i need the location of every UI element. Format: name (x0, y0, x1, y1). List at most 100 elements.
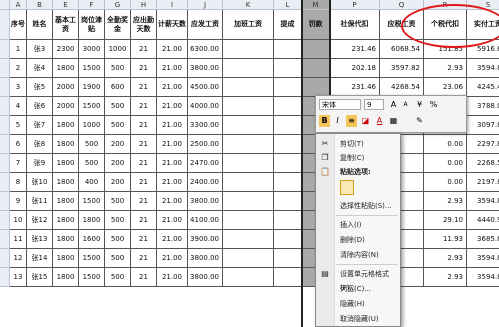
table-cell[interactable] (274, 268, 302, 287)
table-cell[interactable]: 张13 (27, 230, 53, 249)
table-cell[interactable]: 21 (131, 97, 157, 116)
table-cell[interactable]: 3 (10, 78, 27, 97)
menu-item-format-cells[interactable]: ▤ 设置单元格格式(F)... (316, 267, 402, 292)
header-cell[interactable]: 社保代扣 (330, 10, 380, 40)
header-cell[interactable]: 加班工资 (223, 10, 274, 40)
column-header[interactable]: I (157, 0, 188, 10)
table-cell[interactable]: 200 (105, 154, 131, 173)
table-cell[interactable]: 3788.09 (467, 97, 499, 116)
row-number[interactable] (0, 154, 10, 173)
table-cell[interactable]: 张4 (27, 59, 53, 78)
select-all-corner[interactable] (0, 0, 10, 10)
menu-item-hide[interactable]: 隐藏(H) (316, 297, 402, 311)
table-cell[interactable]: 0.00 (424, 135, 467, 154)
table-cell[interactable]: 1800 (53, 59, 79, 78)
table-cell[interactable]: 1500 (79, 192, 105, 211)
bold-button[interactable]: B (319, 115, 330, 127)
table-cell[interactable] (274, 230, 302, 249)
table-cell[interactable]: 500 (105, 116, 131, 135)
menu-item-column-width[interactable]: 列宽(C)... (316, 282, 402, 296)
row-number[interactable] (0, 116, 10, 135)
table-cell[interactable] (274, 116, 302, 135)
table-cell[interactable]: 21.00 (157, 59, 188, 78)
column-header[interactable]: J (188, 0, 223, 10)
row-number[interactable] (0, 59, 10, 78)
table-cell[interactable]: 张14 (27, 249, 53, 268)
table-cell[interactable]: 231.46 (330, 40, 380, 59)
table-cell[interactable] (223, 249, 274, 268)
table-cell[interactable]: 1500 (79, 59, 105, 78)
table-cell[interactable]: 3800.00 (188, 59, 223, 78)
table-cell[interactable]: 1500 (79, 249, 105, 268)
table-cell[interactable]: 1800 (53, 192, 79, 211)
table-cell[interactable] (274, 97, 302, 116)
table-cell[interactable]: 3594.89 (467, 192, 499, 211)
table-cell[interactable]: 200 (105, 173, 131, 192)
table-cell[interactable] (274, 78, 302, 97)
table-cell[interactable]: 4500.00 (188, 78, 223, 97)
table-cell[interactable]: 400 (79, 173, 105, 192)
table-cell[interactable]: 张10 (27, 173, 53, 192)
format-painter-icon[interactable]: ✎ (414, 115, 425, 127)
table-cell[interactable]: 2400.00 (188, 173, 223, 192)
table-cell[interactable]: 3800.00 (188, 268, 223, 287)
table-cell[interactable]: 2.93 (424, 268, 467, 287)
table-cell[interactable]: 张8 (27, 135, 53, 154)
table-cell[interactable]: 21.00 (157, 192, 188, 211)
table-cell[interactable]: 21 (131, 192, 157, 211)
table-cell[interactable]: 12 (10, 249, 27, 268)
table-cell[interactable]: 500 (105, 97, 131, 116)
table-cell[interactable]: 1600 (79, 230, 105, 249)
table-cell[interactable]: 1800 (53, 154, 79, 173)
shrink-font-icon[interactable]: A (400, 99, 411, 111)
row-number[interactable] (0, 268, 10, 287)
table-cell[interactable]: 2.93 (424, 192, 467, 211)
row-number[interactable] (0, 230, 10, 249)
table-cell[interactable]: 3800.00 (188, 249, 223, 268)
row-number[interactable] (0, 135, 10, 154)
table-cell[interactable]: 9 (10, 192, 27, 211)
table-cell[interactable]: 21.00 (157, 154, 188, 173)
column-header[interactable]: M (302, 0, 330, 10)
row-number[interactable] (0, 192, 10, 211)
header-cell[interactable]: 岗位津贴 (79, 10, 105, 40)
row-number[interactable] (0, 97, 10, 116)
table-cell[interactable]: 3000 (79, 40, 105, 59)
table-cell[interactable]: 21.00 (157, 40, 188, 59)
table-cell[interactable]: 1800 (53, 230, 79, 249)
menu-item-copy[interactable]: ❐ 复制(C) (316, 151, 402, 165)
table-cell[interactable]: 张7 (27, 116, 53, 135)
table-cell[interactable]: 21.00 (157, 135, 188, 154)
table-cell[interactable]: 4000.00 (188, 97, 223, 116)
table-cell[interactable]: 1 (10, 40, 27, 59)
table-cell[interactable]: 张11 (27, 192, 53, 211)
table-cell[interactable]: 1800 (53, 173, 79, 192)
table-cell[interactable]: 2197.82 (467, 173, 499, 192)
table-cell[interactable]: 500 (105, 59, 131, 78)
table-cell[interactable]: 21 (131, 135, 157, 154)
column-header[interactable]: G (105, 0, 131, 10)
table-cell[interactable] (223, 59, 274, 78)
table-cell[interactable]: 5 (10, 116, 27, 135)
table-cell[interactable]: 2500.00 (188, 135, 223, 154)
table-cell[interactable] (223, 192, 274, 211)
row-number[interactable] (0, 173, 10, 192)
table-cell[interactable]: 500 (105, 211, 131, 230)
header-cell[interactable]: 基本工资 (53, 10, 79, 40)
paste-icon[interactable] (340, 180, 354, 195)
header-cell[interactable]: 罚款 (302, 10, 330, 40)
table-cell[interactable] (274, 40, 302, 59)
table-cell[interactable]: 21 (131, 268, 157, 287)
row-number[interactable] (0, 40, 10, 59)
table-cell[interactable]: 2 (10, 59, 27, 78)
border-icon[interactable]: ▦ (388, 115, 399, 127)
table-cell[interactable]: 1800 (79, 211, 105, 230)
table-cell[interactable] (302, 40, 330, 59)
table-cell[interactable]: 4440.90 (467, 211, 499, 230)
table-cell[interactable]: 202.18 (330, 59, 380, 78)
table-cell[interactable] (223, 211, 274, 230)
row-number[interactable] (0, 78, 10, 97)
column-header[interactable]: F (79, 0, 105, 10)
table-cell[interactable]: 21.00 (157, 249, 188, 268)
table-cell[interactable]: 500 (79, 135, 105, 154)
